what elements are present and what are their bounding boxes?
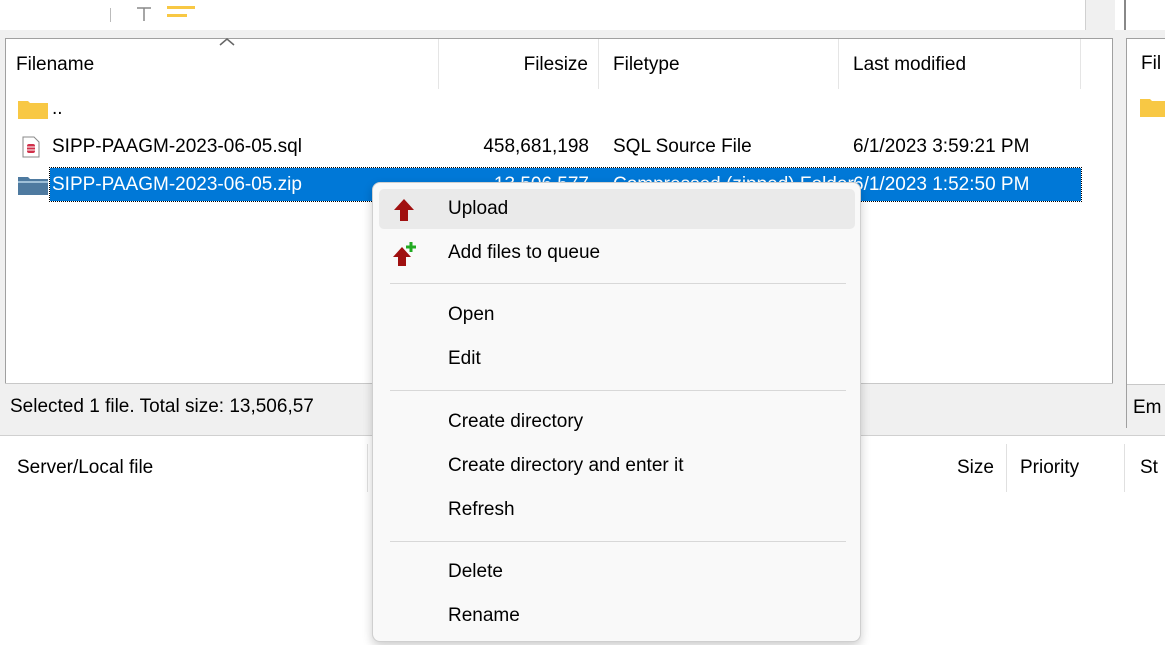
file-row[interactable]: SIPP-PAAGM-2023-06-05.sql 458,681,198 SQ… xyxy=(6,128,1081,166)
queue-column-size[interactable]: Size xyxy=(957,436,994,498)
filter-icon[interactable] xyxy=(134,4,154,24)
upload-arrow-icon xyxy=(391,197,417,223)
file-modified: 6/1/2023 3:59:21 PM xyxy=(853,128,1029,166)
menu-item-create-directory[interactable]: Create directory xyxy=(379,402,855,442)
menu-item-open[interactable]: Open xyxy=(379,295,855,335)
column-divider xyxy=(1124,444,1125,492)
file-type: SQL Source File xyxy=(613,128,752,166)
file-list-header: Filename Filesize Filetype Last modified xyxy=(6,39,1112,89)
remote-column-header[interactable]: Fil xyxy=(1141,53,1161,75)
column-header-filetype[interactable]: Filetype xyxy=(599,39,839,89)
file-name: .. xyxy=(52,90,63,128)
remote-file-list[interactable]: Fil Em xyxy=(1126,38,1165,428)
file-name: SIPP-PAAGM-2023-06-05.sql xyxy=(52,128,302,166)
menu-item-rename[interactable]: Rename xyxy=(379,596,855,636)
add-to-queue-icon xyxy=(391,241,417,267)
toolbar-strip xyxy=(0,0,1165,30)
zip-folder-icon xyxy=(17,174,49,196)
file-modified: 6/1/2023 1:52:50 PM xyxy=(853,166,1029,204)
sql-file-icon xyxy=(21,136,41,158)
pane-divider[interactable] xyxy=(1124,0,1126,30)
menu-item-create-directory-enter[interactable]: Create directory and enter it xyxy=(379,446,855,486)
folder-icon xyxy=(1139,96,1165,118)
file-name: SIPP-PAAGM-2023-06-05.zip xyxy=(52,166,302,204)
toolbar-right-gap xyxy=(1085,0,1115,30)
column-divider xyxy=(367,444,368,492)
column-header-filesize[interactable]: Filesize xyxy=(439,39,599,89)
menu-item-add-to-queue[interactable]: Add files to queue xyxy=(379,233,855,273)
file-size: 458,681,198 xyxy=(439,128,589,166)
menu-separator xyxy=(390,283,846,284)
menu-item-upload[interactable]: Upload xyxy=(379,189,855,229)
queue-column-priority[interactable]: Priority xyxy=(1020,436,1079,498)
remote-status-bar: Em xyxy=(1127,384,1165,429)
context-menu: Upload Add files to queue Open Edit Crea… xyxy=(372,182,861,642)
menu-separator xyxy=(390,541,846,542)
menu-item-refresh[interactable]: Refresh xyxy=(379,490,855,530)
column-divider xyxy=(1006,444,1007,492)
file-row-parent[interactable]: .. xyxy=(6,90,1081,128)
queue-column-server-local[interactable]: Server/Local file xyxy=(17,436,153,498)
queue-column-status[interactable]: St xyxy=(1140,436,1158,498)
status-text: Selected 1 file. Total size: 13,506,57 xyxy=(10,396,314,418)
column-header-filename[interactable]: Filename xyxy=(6,39,439,89)
menu-separator xyxy=(390,390,846,391)
column-header-last-modified[interactable]: Last modified xyxy=(839,39,1081,89)
folder-toolbar-icon[interactable] xyxy=(167,6,197,20)
remote-status-text: Em xyxy=(1133,397,1162,419)
folder-icon xyxy=(17,98,49,120)
menu-item-delete[interactable]: Delete xyxy=(379,552,855,592)
toolbar-separator xyxy=(110,8,111,22)
menu-item-edit[interactable]: Edit xyxy=(379,339,855,379)
